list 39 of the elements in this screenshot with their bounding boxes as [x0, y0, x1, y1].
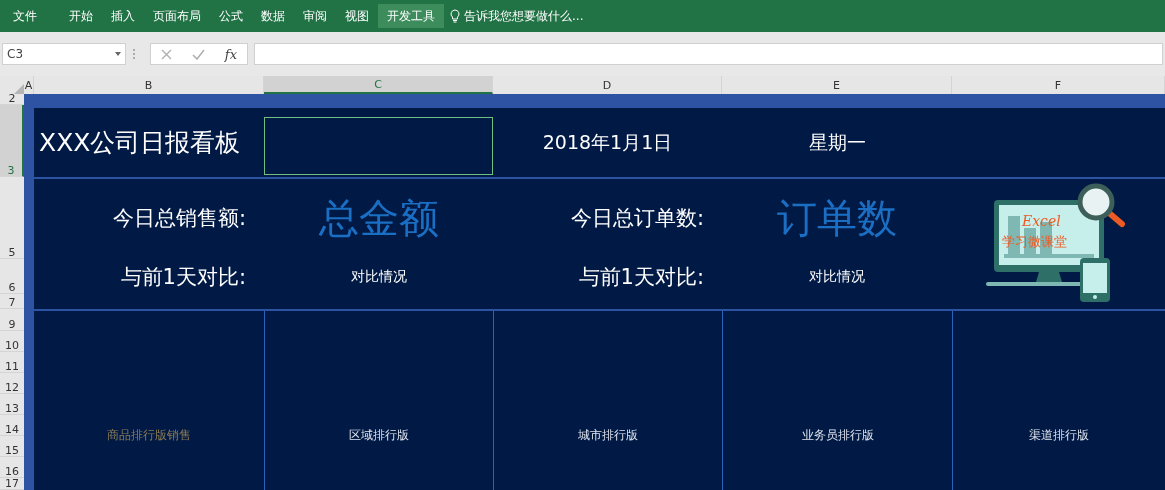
ranking-label: 城市排行版 [493, 311, 722, 490]
cancel-icon[interactable] [160, 48, 172, 60]
ranking-label: 商品排行版销售 [106, 427, 192, 444]
ribbon-tab[interactable]: 页面布局 [144, 4, 210, 28]
comparison-label: 与前1天对比: [119, 263, 247, 291]
ribbon-tab[interactable]: 视图 [336, 4, 378, 28]
ranking-label: 渠道排行版 [952, 311, 1165, 490]
metric-label: 今日总销售额: [111, 205, 247, 232]
selected-cell[interactable] [264, 117, 493, 175]
row-header[interactable]: 3 [0, 105, 24, 177]
select-all-icon[interactable] [14, 84, 24, 94]
name-box[interactable]: C3 [2, 43, 126, 65]
tell-me-search[interactable]: 告诉我您想要做什么... [464, 7, 584, 25]
ribbon-tab[interactable]: 公式 [210, 4, 252, 28]
weekday: 星期一 [807, 129, 867, 155]
ribbon-tab[interactable]: 开始 [60, 4, 102, 28]
dashboard-title: XXX公司日报看板 [38, 127, 242, 159]
ribbon-tab[interactable]: 数据 [252, 4, 294, 28]
metric-value: 总金额 [317, 193, 440, 243]
ranking-label: 业务员排行版 [722, 311, 952, 490]
lightbulb-icon [450, 9, 460, 23]
check-icon[interactable] [191, 48, 205, 60]
ribbon-tab[interactable]: 插入 [102, 4, 144, 28]
formula-input[interactable] [254, 43, 1163, 65]
column-header[interactable]: C [264, 76, 493, 94]
metric-value: 订单数 [776, 193, 898, 243]
report-date: 2018年1月1日 [541, 129, 674, 155]
ribbon-tab[interactable]: 文件 [4, 4, 46, 28]
metric-label: 今日总订单数: [569, 205, 705, 232]
caret-icon [115, 52, 121, 56]
computer-logo-drawing: Excel 学习微课堂 [983, 182, 1134, 304]
ranking-label: 区域排行版 [264, 311, 493, 490]
drag-handle-icon [132, 47, 136, 61]
comparison-value: 对比情况 [349, 266, 408, 286]
comparison-label: 与前1天对比: [577, 263, 705, 291]
ribbon-tab[interactable]: 审阅 [294, 4, 336, 28]
comparison-value: 对比情况 [808, 266, 866, 286]
ribbon-tab[interactable]: 开发工具 [378, 4, 444, 28]
insert-function-button[interactable]: fx [224, 46, 237, 62]
